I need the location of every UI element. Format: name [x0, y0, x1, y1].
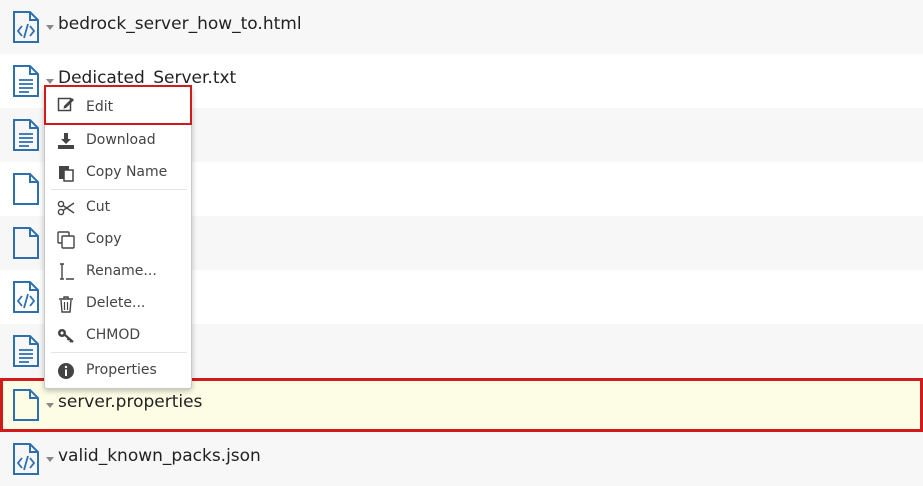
expand-caret-icon[interactable] [46, 403, 54, 408]
file-name[interactable]: valid_known_packs.json [58, 446, 261, 466]
code-file-icon [13, 11, 39, 43]
menu-separator [51, 352, 187, 353]
menu-item-copy-name[interactable]: Copy Name [45, 156, 191, 188]
menu-label: Properties [86, 362, 157, 378]
menu-label: Copy Name [86, 164, 168, 180]
menu-item-edit[interactable]: Edit [44, 85, 192, 125]
expand-caret-icon[interactable] [46, 457, 54, 462]
menu-item-rename[interactable]: Rename... [45, 255, 191, 287]
menu-label: Edit [86, 99, 114, 115]
menu-item-delete[interactable]: Delete... [45, 287, 191, 319]
file-row-bedrock-server-how-to[interactable]: bedrock_server_how_to.html [0, 0, 923, 54]
text-file-icon [13, 335, 39, 367]
file-name[interactable]: bedrock_server_how_to.html [58, 14, 302, 34]
blank-file-icon [13, 173, 39, 205]
text-file-icon [13, 65, 39, 97]
menu-separator [51, 189, 187, 190]
menu-item-cut[interactable]: Cut [45, 191, 191, 223]
code-file-icon [13, 443, 39, 475]
scissors-icon [57, 200, 75, 216]
key-icon [58, 329, 74, 343]
edit-icon [57, 97, 74, 112]
menu-label: Copy [86, 231, 122, 247]
blank-file-icon [13, 389, 39, 421]
menu-label: Delete... [86, 295, 146, 311]
menu-item-chmod[interactable]: CHMOD [45, 319, 191, 351]
menu-item-properties[interactable]: Properties [45, 354, 191, 386]
menu-label: Cut [86, 199, 111, 215]
expand-caret-icon[interactable] [46, 79, 54, 84]
code-file-icon [13, 281, 39, 313]
menu-label: CHMOD [86, 327, 141, 343]
menu-label: Rename... [86, 263, 157, 279]
info-icon [58, 363, 74, 379]
copy-icon [57, 231, 75, 249]
clipboard-icon [59, 166, 74, 182]
menu-label: Download [86, 132, 156, 148]
menu-item-copy[interactable]: Copy [45, 223, 191, 255]
text-file-icon [13, 119, 39, 151]
file-row-valid-known-packs[interactable]: valid_known_packs.json [0, 432, 923, 486]
context-menu: Edit Download Copy Name Cut Copy Rename.… [44, 85, 192, 389]
expand-caret-icon[interactable] [46, 25, 54, 30]
text-cursor-icon [60, 263, 74, 280]
blank-file-icon [13, 227, 39, 259]
download-icon [58, 133, 74, 149]
trash-icon [59, 296, 73, 313]
menu-item-download[interactable]: Download [45, 124, 191, 156]
file-name[interactable]: server.properties [58, 392, 202, 412]
